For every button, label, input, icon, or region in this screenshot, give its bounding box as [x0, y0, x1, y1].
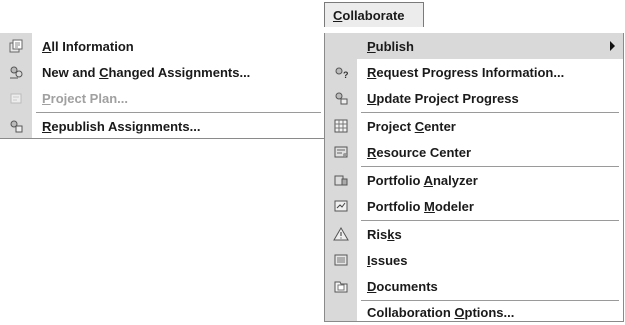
menu-item-publish[interactable]: Publish [325, 33, 623, 59]
collaborate-menu[interactable]: Collaborate [324, 2, 424, 27]
new-changed-assignments-icon [0, 59, 32, 85]
menu-item-label: Portfolio Analyzer [367, 172, 478, 188]
menu-item-label: Update Project Progress [367, 90, 519, 106]
menu-item-project-plan: Project Plan... [0, 85, 325, 111]
republish-assignments-icon [0, 113, 32, 139]
menu-item-label: Collaboration Options... [367, 304, 515, 320]
collaborate-dropdown: Publish ? Request Progress Information..… [324, 33, 624, 322]
menu-item-label: Issues [367, 252, 408, 268]
issues-icon [325, 247, 357, 273]
risks-icon [325, 221, 357, 247]
menu-item-label: Publish [367, 38, 414, 54]
all-information-icon [0, 33, 32, 59]
publish-submenu: All Information New and Changed Assignme… [0, 33, 326, 139]
documents-icon [325, 273, 357, 299]
menu-item-republish-assignments[interactable]: Republish Assignments... [0, 113, 325, 139]
menu-item-issues[interactable]: Issues [325, 247, 623, 273]
submenu-arrow-icon [610, 41, 615, 51]
portfolio-analyzer-icon [325, 167, 357, 193]
collaborate-menu-label: Collaborate [333, 7, 405, 23]
menu-item-label: All Information [42, 38, 134, 54]
menu-item-label: Documents [367, 278, 438, 294]
menu-item-label: Project Center [367, 118, 456, 134]
menu-item-new-and-changed-assignments[interactable]: New and Changed Assignments... [0, 59, 325, 85]
menu-item-update-project-progress[interactable]: Update Project Progress [325, 85, 623, 111]
menu-item-label: Project Plan... [42, 90, 128, 106]
menu-item-label: Request Progress Information... [367, 64, 565, 80]
project-center-icon [325, 113, 357, 139]
menu-item-portfolio-modeler[interactable]: Portfolio Modeler [325, 193, 623, 219]
menu-item-label: New and Changed Assignments... [42, 64, 251, 80]
menu-item-collaboration-options[interactable]: Collaboration Options... [325, 299, 623, 325]
update-progress-icon [325, 85, 357, 111]
menu-separator [36, 112, 321, 113]
menu-item-label: Risks [367, 226, 402, 242]
menu-item-documents[interactable]: Documents [325, 273, 623, 299]
resource-center-icon [325, 139, 357, 165]
menu-item-resource-center[interactable]: Resource Center [325, 139, 623, 165]
menu-item-label: Resource Center [367, 144, 472, 160]
menu-item-label: Republish Assignments... [42, 118, 201, 134]
menu-item-all-information[interactable]: All Information [0, 33, 325, 59]
menu-item-project-center[interactable]: Project Center [325, 113, 623, 139]
request-progress-icon: ? [325, 59, 357, 85]
menu-item-label: Portfolio Modeler [367, 198, 474, 214]
menu-item-risks[interactable]: Risks [325, 221, 623, 247]
menu-item-request-progress-information[interactable]: ? Request Progress Information... [325, 59, 623, 85]
project-plan-icon [0, 85, 32, 111]
svg-text:?: ? [343, 70, 349, 80]
portfolio-modeler-icon [325, 193, 357, 219]
menu-item-portfolio-analyzer[interactable]: Portfolio Analyzer [325, 167, 623, 193]
